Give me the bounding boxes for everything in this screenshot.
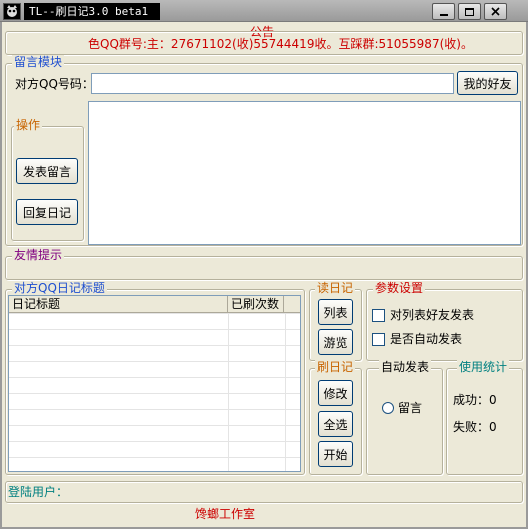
login-user-label: 登陆用户： bbox=[8, 485, 69, 499]
auto-post-option[interactable]: 是否自动发表 bbox=[372, 332, 462, 346]
maximize-icon bbox=[465, 7, 474, 16]
browse-button[interactable]: 游览 bbox=[318, 329, 353, 355]
diary-list-gridlines bbox=[9, 313, 300, 471]
my-friends-button[interactable]: 我的好友 bbox=[457, 71, 518, 95]
minimize-icon bbox=[439, 14, 448, 16]
read-diary-legend: 读日记 bbox=[315, 281, 356, 296]
studio-footer: 馋螂工作室 bbox=[195, 507, 256, 521]
operations-legend: 操作 bbox=[14, 118, 43, 133]
select-all-button[interactable]: 全选 bbox=[318, 411, 353, 437]
message-radio-button[interactable] bbox=[382, 402, 394, 414]
tips-legend: 友情提示 bbox=[12, 248, 65, 263]
message-radio-label: 留言 bbox=[398, 401, 423, 415]
fail-label: 失败： bbox=[453, 420, 490, 434]
qq-number-input[interactable] bbox=[91, 73, 454, 94]
reply-diary-button[interactable]: 回复日记 bbox=[16, 199, 78, 225]
status-group bbox=[5, 481, 523, 503]
window-title: TL--刷日记3.0 beta1 bbox=[24, 3, 160, 20]
settings-group: 参数设置 bbox=[366, 281, 523, 361]
column-header-title[interactable]: 日记标题 bbox=[9, 296, 228, 312]
brush-diary-legend: 刷日记 bbox=[315, 360, 356, 375]
stats-legend: 使用统计 bbox=[457, 360, 510, 375]
close-button[interactable] bbox=[484, 3, 507, 20]
fail-value: 0 bbox=[489, 420, 497, 434]
auto-post-group: 自动发表 bbox=[366, 360, 443, 475]
qq-number-label: 对方QQ号码： bbox=[15, 77, 94, 91]
message-radio[interactable]: 留言 bbox=[382, 401, 422, 415]
auto-post-legend: 自动发表 bbox=[379, 360, 432, 375]
success-value: 0 bbox=[489, 393, 497, 407]
app-icon bbox=[3, 3, 21, 20]
diary-list-header: 日记标题 已刷次数 bbox=[9, 296, 300, 313]
diary-list-legend: 对方QQ日记标题 bbox=[12, 281, 107, 296]
column-header-count[interactable]: 已刷次数 bbox=[228, 296, 284, 312]
column-divider bbox=[285, 313, 286, 471]
friends-option-checkbox[interactable] bbox=[372, 308, 385, 322]
auto-post-option-checkbox[interactable] bbox=[372, 332, 385, 346]
minimize-button[interactable] bbox=[432, 3, 455, 20]
list-button[interactable]: 列表 bbox=[318, 299, 353, 325]
column-divider bbox=[228, 313, 229, 471]
auto-post-option-label: 是否自动发表 bbox=[390, 332, 463, 346]
edit-button[interactable]: 修改 bbox=[318, 380, 353, 406]
maximize-button[interactable] bbox=[458, 3, 481, 20]
friends-option[interactable]: 对列表好友发表 bbox=[372, 308, 474, 322]
post-message-button[interactable]: 发表留言 bbox=[16, 158, 78, 184]
diary-list-view[interactable]: 日记标题 已刷次数 bbox=[8, 295, 301, 472]
settings-legend: 参数设置 bbox=[373, 281, 426, 296]
close-icon bbox=[491, 7, 500, 16]
message-module-legend: 留言模块 bbox=[12, 55, 65, 70]
notice-text: 色QQ群号:主：27671102(收)55744419收。互踩群:5105598… bbox=[88, 37, 473, 51]
success-label: 成功： bbox=[453, 393, 490, 407]
message-textarea[interactable] bbox=[88, 101, 521, 245]
friends-option-label: 对列表好友发表 bbox=[390, 308, 475, 322]
start-button[interactable]: 开始 bbox=[318, 441, 353, 467]
tips-group: 友情提示 bbox=[5, 248, 523, 280]
